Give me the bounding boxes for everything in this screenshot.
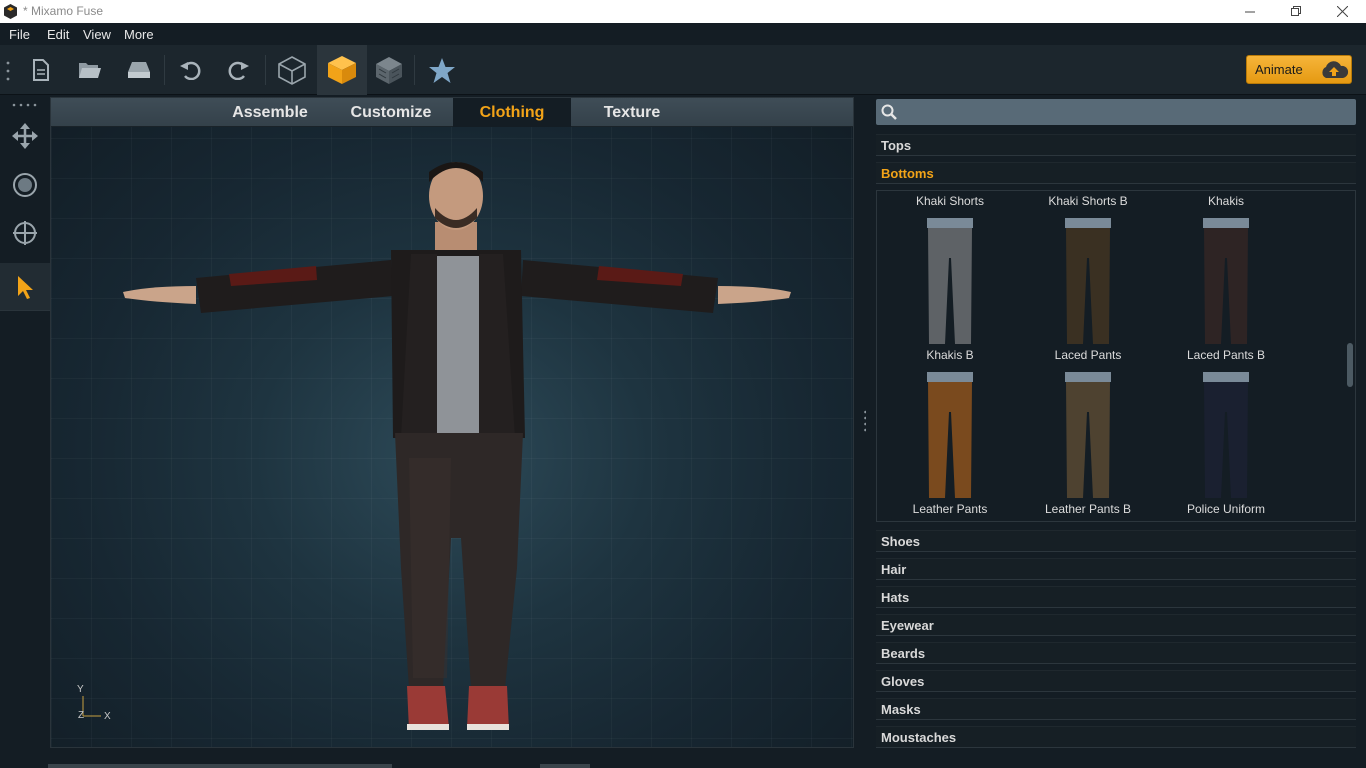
mode-tab-bar: Assemble Customize Clothing Texture (51, 98, 853, 127)
minimize-icon (1244, 11, 1255, 13)
move-arrows-icon (12, 123, 38, 149)
textured-cube-icon (376, 57, 402, 84)
crosshair-icon (13, 221, 37, 245)
left-tool-strip (0, 95, 50, 768)
move-tool-button[interactable] (0, 112, 50, 160)
category-bottoms[interactable]: Bottoms (876, 162, 1356, 184)
close-button[interactable] (1319, 0, 1365, 23)
list-item[interactable] (1019, 194, 1157, 348)
category-hair[interactable]: Hair (876, 558, 1356, 580)
category-moustaches[interactable]: Moustaches (876, 726, 1356, 748)
menu-bar: File Edit View More (0, 23, 1366, 45)
item-label: Police Uniform (1186, 502, 1266, 516)
save-drive-icon (128, 62, 150, 78)
category-hats[interactable]: Hats (876, 586, 1356, 608)
category-beards[interactable]: Beards (876, 642, 1356, 664)
strip-grip-icon[interactable] (12, 103, 38, 107)
category-tops[interactable]: Tops (876, 134, 1356, 156)
item-label: Leather Pants (912, 502, 988, 516)
bottoms-item-grid: Khaki Shorts Khaki Shorts B Khakis Khaki… (876, 190, 1356, 522)
tab-clothing[interactable]: Clothing (453, 98, 571, 127)
animate-button[interactable]: Animate (1246, 55, 1352, 84)
select-tool-button[interactable] (0, 263, 50, 311)
pants-thumbnail (1203, 218, 1249, 344)
solid-view-button[interactable] (317, 45, 367, 95)
save-button[interactable] (114, 45, 164, 95)
favorites-button[interactable] (417, 45, 467, 95)
character-model[interactable] (111, 158, 801, 738)
animate-label: Animate (1255, 62, 1303, 77)
horizontal-scrollbar[interactable] (48, 764, 392, 768)
3d-viewport[interactable]: Assemble Customize Clothing Texture Y Z … (50, 97, 854, 748)
tab-assemble[interactable]: Assemble (219, 98, 321, 127)
menu-more[interactable]: More (124, 27, 154, 42)
category-masks[interactable]: Masks (876, 698, 1356, 720)
item-label: Leather Pants B (1044, 502, 1132, 516)
star-icon (429, 57, 455, 83)
toolbar: Animate (0, 45, 1366, 95)
pants-thumbnail (1203, 372, 1249, 498)
clothing-library-panel: Tops Bottoms Khaki Shorts Khaki Shorts B… (866, 95, 1366, 768)
axis-x-label: X (104, 711, 111, 722)
category-shoes[interactable]: Shoes (876, 530, 1356, 552)
toolbar-separator (414, 55, 415, 85)
wireframe-cube-icon (278, 56, 306, 85)
toolbar-grip-icon[interactable] (6, 60, 10, 82)
list-item[interactable] (881, 194, 1019, 348)
list-item[interactable] (1157, 348, 1295, 502)
minimize-button[interactable] (1227, 0, 1273, 23)
redo-icon (228, 61, 249, 80)
axis-z-label: Z (78, 710, 85, 721)
pants-thumbnail (1065, 218, 1111, 344)
list-item[interactable] (1019, 348, 1157, 502)
category-gloves[interactable]: Gloves (876, 670, 1356, 692)
restore-icon (1290, 6, 1301, 16)
redo-button[interactable] (214, 45, 264, 95)
cloud-upload-icon (1322, 61, 1349, 78)
undo-button[interactable] (165, 45, 215, 95)
open-folder-icon (79, 63, 101, 78)
target-tool-button[interactable] (0, 209, 50, 257)
menu-view[interactable]: View (83, 27, 111, 42)
strip-divider (0, 310, 50, 311)
pants-thumbnail (927, 372, 973, 498)
list-item[interactable] (1157, 194, 1295, 348)
tab-texture[interactable]: Texture (573, 98, 691, 127)
search-input[interactable] (876, 99, 1356, 125)
grid-scrollbar[interactable] (1347, 343, 1353, 387)
category-eyewear[interactable]: Eyewear (876, 614, 1356, 636)
cursor-arrow-icon (18, 276, 33, 299)
list-item[interactable] (881, 348, 1019, 502)
rotate-tool-button[interactable] (0, 161, 50, 209)
pants-thumbnail (927, 218, 973, 344)
horizontal-scrollbar-thumb[interactable] (540, 764, 590, 768)
textured-view-button[interactable] (364, 45, 414, 95)
new-file-icon (33, 59, 49, 81)
tab-customize[interactable]: Customize (331, 98, 451, 127)
undo-icon (180, 61, 201, 80)
pants-thumbnail (1065, 372, 1111, 498)
toolbar-separator (265, 55, 266, 85)
app-icon (4, 4, 17, 19)
menu-file[interactable]: File (9, 27, 30, 42)
axis-y-label: Y (77, 684, 84, 695)
menu-edit[interactable]: Edit (47, 27, 69, 42)
wireframe-view-button[interactable] (267, 45, 317, 95)
restore-button[interactable] (1273, 0, 1319, 23)
title-bar: * Mixamo Fuse (0, 0, 1366, 23)
new-file-button[interactable] (16, 45, 66, 95)
solid-cube-icon (328, 56, 356, 84)
rotate-sphere-icon (13, 173, 37, 197)
close-icon (1336, 6, 1348, 17)
search-icon (881, 104, 897, 120)
open-folder-button[interactable] (65, 45, 115, 95)
window-title: * Mixamo Fuse (23, 4, 104, 18)
